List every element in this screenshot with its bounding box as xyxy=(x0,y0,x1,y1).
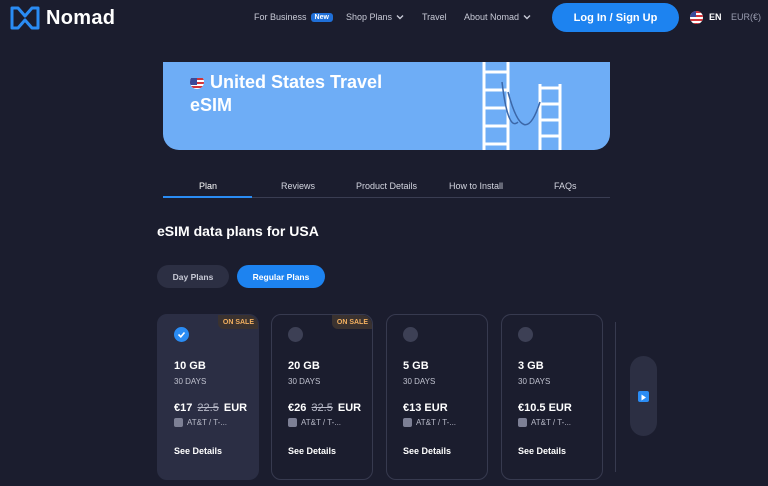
plan-duration: 30 DAYS xyxy=(288,377,321,386)
carousel-divider xyxy=(615,322,616,472)
carrier-name: AT&T / T-... xyxy=(531,418,572,427)
tab-reviews[interactable]: Reviews xyxy=(281,181,315,191)
carousel-next-button[interactable] xyxy=(630,356,657,436)
plan-data-amount: 3 GB xyxy=(518,360,544,372)
price-currency: EUR xyxy=(424,402,448,414)
tab-product-details[interactable]: Product Details xyxy=(356,181,417,191)
chevron-down-icon xyxy=(396,15,404,20)
nav-travel-label: Travel xyxy=(422,12,447,22)
current-price: €10.5 xyxy=(518,402,546,414)
current-price: €26 xyxy=(288,402,307,414)
nav-for-business[interactable]: For Business New xyxy=(254,12,333,22)
nav-for-business-label: For Business xyxy=(254,12,307,22)
plan-carrier: AT&T / T-... xyxy=(518,418,571,427)
on-sale-badge: ON SALE xyxy=(331,315,372,329)
selected-check-icon[interactable] xyxy=(174,327,189,342)
price-currency: EUR xyxy=(337,402,362,414)
plan-duration: 30 DAYS xyxy=(518,377,551,386)
tab-how-to-install[interactable]: How to Install xyxy=(449,181,503,191)
hero-banner: United States Travel eSIM xyxy=(163,62,610,150)
plan-data-amount: 20 GB xyxy=(288,360,320,372)
plan-price: €13 EUR xyxy=(403,402,448,414)
chevron-down-icon xyxy=(523,15,531,20)
see-details-link[interactable]: See Details xyxy=(403,446,451,456)
plan-duration: 30 DAYS xyxy=(174,377,207,386)
price-currency: EUR xyxy=(223,402,248,414)
nav-about-label: About Nomad xyxy=(464,12,520,22)
title-line-2: eSIM xyxy=(190,95,233,115)
plan-price: €26 32.5 EUR xyxy=(288,402,361,414)
tab-plan[interactable]: Plan xyxy=(199,181,217,191)
login-signup-button[interactable]: Log In / Sign Up xyxy=(552,3,679,32)
sim-icon xyxy=(403,418,412,427)
nav-travel[interactable]: Travel xyxy=(422,12,447,22)
page-title: United States Travel eSIM xyxy=(190,71,420,117)
section-title: eSIM data plans for USA xyxy=(157,223,319,239)
nav-shop-plans-label: Shop Plans xyxy=(346,12,393,22)
currency-selector[interactable]: EUR(€) xyxy=(731,12,761,22)
us-flag-icon xyxy=(190,75,204,89)
title-line-1: United States Travel xyxy=(210,72,383,92)
current-price: €13 xyxy=(403,402,422,414)
ladder-illustration xyxy=(482,62,562,150)
plan-carrier: AT&T / T-... xyxy=(403,418,456,427)
carrier-name: AT&T / T-... xyxy=(187,418,228,427)
price-currency: EUR xyxy=(548,402,572,414)
carrier-name: AT&T / T-... xyxy=(301,418,342,427)
nomad-logo-icon xyxy=(10,6,40,30)
plan-data-amount: 10 GB xyxy=(174,360,206,372)
carrier-name: AT&T / T-... xyxy=(416,418,457,427)
plan-carrier: AT&T / T-... xyxy=(174,418,227,427)
on-sale-badge: ON SALE xyxy=(217,315,258,329)
radio-icon[interactable] xyxy=(403,327,418,342)
logo-text: Nomad xyxy=(46,6,116,29)
plan-duration: 30 DAYS xyxy=(403,377,436,386)
sim-icon xyxy=(174,418,183,427)
radio-icon[interactable] xyxy=(518,327,533,342)
current-price: €17 xyxy=(174,402,193,414)
tab-faqs[interactable]: FAQs xyxy=(554,181,577,191)
language-selector[interactable]: EN xyxy=(709,12,722,22)
plan-data-amount: 5 GB xyxy=(403,360,429,372)
plan-price: €10.5 EUR xyxy=(518,402,572,414)
old-price: 32.5 xyxy=(311,402,333,414)
top-nav-bar: Nomad For Business New Shop Plans Travel… xyxy=(0,0,768,36)
old-price: 22.5 xyxy=(197,402,219,414)
active-tab-indicator xyxy=(163,196,252,198)
see-details-link[interactable]: See Details xyxy=(174,446,222,456)
nomad-logo[interactable]: Nomad xyxy=(10,6,115,30)
plan-card[interactable]: ON SALE 10 GB 30 DAYS €17 22.5 EUR AT&T … xyxy=(157,314,259,480)
play-icon xyxy=(638,391,649,402)
plan-card[interactable]: ON SALE 20 GB 30 DAYS €26 32.5 EUR AT&T … xyxy=(271,314,373,480)
sim-icon xyxy=(288,418,297,427)
nav-shop-plans[interactable]: Shop Plans xyxy=(346,12,404,22)
regular-plans-toggle[interactable]: Regular Plans xyxy=(237,265,325,288)
new-badge: New xyxy=(310,12,333,22)
nav-about[interactable]: About Nomad xyxy=(464,12,531,22)
plan-card[interactable]: 3 GB 30 DAYS €10.5 EUR AT&T / T-... See … xyxy=(501,314,603,480)
see-details-link[interactable]: See Details xyxy=(288,446,336,456)
sim-icon xyxy=(518,418,527,427)
plan-price: €17 22.5 EUR xyxy=(174,402,247,414)
product-tabs: Plan Reviews Product Details How to Inst… xyxy=(163,176,610,198)
us-flag-icon[interactable] xyxy=(690,11,703,24)
plan-card[interactable]: 5 GB 30 DAYS €13 EUR AT&T / T-... See De… xyxy=(386,314,488,480)
see-details-link[interactable]: See Details xyxy=(518,446,566,456)
radio-icon[interactable] xyxy=(288,327,303,342)
day-plans-toggle[interactable]: Day Plans xyxy=(157,265,229,288)
plan-carrier: AT&T / T-... xyxy=(288,418,341,427)
